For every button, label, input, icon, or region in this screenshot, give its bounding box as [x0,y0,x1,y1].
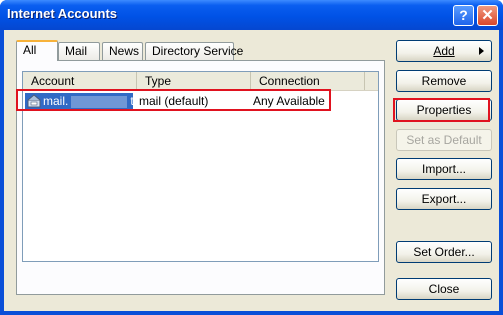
add-label: Add [433,44,455,58]
tab-mail[interactable]: Mail [58,42,100,60]
dialog-client: All Mail News Directory Service Account … [4,30,499,311]
tab-news[interactable]: News [102,42,143,60]
help-icon[interactable]: ? [453,5,474,26]
title-bar[interactable]: Internet Accounts ? ✕ [0,0,503,30]
add-button[interactable]: Add [396,40,492,62]
column-connection[interactable]: Connection [251,72,365,90]
window-title: Internet Accounts [7,6,118,21]
export-button[interactable]: Export... [396,188,492,210]
tab-all[interactable]: All [16,40,58,61]
column-type[interactable]: Type [137,72,251,90]
dialog-window: Internet Accounts ? ✕ All Mail News Dire… [0,0,503,315]
close-window-icon[interactable]: ✕ [477,5,498,26]
close-button[interactable]: Close [396,278,492,300]
submenu-arrow-icon [479,47,484,55]
tab-directory-service[interactable]: Directory Service [145,42,243,60]
import-button[interactable]: Import... [396,158,492,180]
set-default-button[interactable]: Set as Default [396,129,492,151]
column-account[interactable]: Account [23,72,137,90]
set-order-button[interactable]: Set Order... [396,241,492,263]
properties-highlight [393,98,490,122]
account-row-highlight [16,89,331,111]
remove-button[interactable]: Remove [396,70,492,92]
